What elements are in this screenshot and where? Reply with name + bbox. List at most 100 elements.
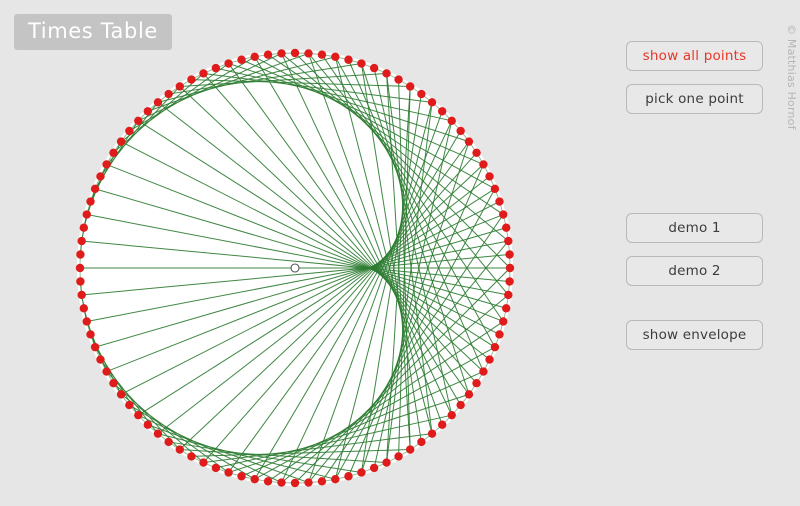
circle-point[interactable]: [76, 277, 85, 286]
circle-point[interactable]: [263, 50, 273, 59]
circle-point[interactable]: [485, 355, 494, 364]
pick-one-point-button[interactable]: pick one point: [626, 84, 763, 114]
circle-point[interactable]: [344, 472, 353, 481]
circle-point[interactable]: [175, 445, 184, 454]
circle-point[interactable]: [505, 263, 515, 273]
circle-point[interactable]: [116, 390, 126, 399]
circle-point[interactable]: [82, 210, 91, 219]
circle-point[interactable]: [290, 478, 300, 488]
circle-point[interactable]: [490, 184, 500, 194]
circle-point[interactable]: [102, 160, 111, 169]
circle-point[interactable]: [382, 69, 391, 78]
circle-point[interactable]: [472, 379, 481, 388]
circle-point[interactable]: [437, 107, 447, 116]
circle-point[interactable]: [447, 116, 456, 126]
circle-point[interactable]: [143, 420, 153, 429]
circle-point[interactable]: [250, 474, 259, 484]
circle-point[interactable]: [211, 463, 221, 473]
show-all-points-button[interactable]: show all points: [626, 41, 763, 71]
circle-point[interactable]: [86, 197, 95, 206]
circle-point[interactable]: [76, 250, 85, 259]
circle-point[interactable]: [394, 75, 403, 84]
circle-point[interactable]: [357, 468, 366, 477]
circle-point[interactable]: [456, 400, 465, 410]
circle-point[interactable]: [501, 304, 511, 313]
circle-point[interactable]: [153, 429, 163, 438]
circle-point[interactable]: [79, 304, 89, 313]
circle-point[interactable]: [79, 223, 89, 232]
circle-point[interactable]: [331, 52, 340, 62]
circle-point[interactable]: [499, 210, 508, 219]
circle-point[interactable]: [263, 477, 273, 486]
circle-point[interactable]: [153, 98, 163, 107]
circle-point[interactable]: [357, 59, 366, 68]
circle-point[interactable]: [224, 59, 233, 68]
circle-point[interactable]: [479, 367, 488, 376]
circle-point[interactable]: [134, 116, 143, 126]
circle-point[interactable]: [304, 49, 313, 58]
show-envelope-button[interactable]: show envelope: [626, 320, 763, 350]
circle-point[interactable]: [317, 50, 327, 59]
demo-1-button[interactable]: demo 1: [626, 213, 763, 243]
circle-point[interactable]: [96, 355, 105, 364]
circle-point[interactable]: [199, 458, 208, 467]
circle-point[interactable]: [277, 478, 286, 487]
circle-point[interactable]: [464, 137, 474, 146]
circle-point[interactable]: [237, 472, 246, 481]
circle-point[interactable]: [427, 98, 437, 107]
circle-point[interactable]: [456, 126, 465, 136]
circle-point[interactable]: [250, 52, 259, 62]
circle-point[interactable]: [304, 478, 313, 487]
circle-point[interactable]: [109, 379, 118, 388]
circle-point[interactable]: [331, 474, 340, 484]
circle-point[interactable]: [447, 410, 456, 420]
circle-point[interactable]: [382, 458, 391, 467]
times-table-canvas[interactable]: [0, 0, 620, 506]
circle-point[interactable]: [495, 330, 504, 339]
circle-point[interactable]: [501, 223, 511, 232]
circle-point[interactable]: [504, 290, 513, 300]
circle-point[interactable]: [164, 437, 173, 447]
circle-point[interactable]: [109, 148, 118, 157]
circle-point[interactable]: [143, 107, 153, 116]
circle-point[interactable]: [116, 137, 126, 146]
circle-point[interactable]: [505, 250, 514, 259]
circle-point[interactable]: [77, 236, 86, 246]
circle-point[interactable]: [134, 410, 143, 420]
circle-point[interactable]: [369, 63, 379, 73]
circle-point[interactable]: [472, 148, 481, 157]
circle-point[interactable]: [485, 172, 494, 181]
circle-point[interactable]: [77, 290, 86, 300]
circle-point[interactable]: [211, 63, 221, 73]
circle-point[interactable]: [394, 452, 403, 461]
times-table-figure[interactable]: [0, 0, 620, 506]
circle-point[interactable]: [499, 317, 508, 326]
circle-point[interactable]: [199, 69, 208, 78]
circle-point[interactable]: [75, 263, 85, 273]
circle-point[interactable]: [187, 452, 196, 461]
circle-point[interactable]: [277, 49, 286, 58]
circle-point[interactable]: [96, 172, 105, 181]
circle-point[interactable]: [125, 126, 134, 136]
circle-point[interactable]: [237, 55, 246, 64]
circle-point[interactable]: [187, 75, 196, 84]
circle-point[interactable]: [344, 55, 353, 64]
circle-point[interactable]: [505, 277, 514, 286]
circle-point[interactable]: [290, 48, 300, 58]
circle-point[interactable]: [406, 445, 415, 454]
circle-point[interactable]: [317, 477, 327, 486]
circle-point[interactable]: [417, 89, 426, 99]
circle-point[interactable]: [464, 390, 474, 399]
circle-point[interactable]: [90, 342, 100, 352]
circle-point[interactable]: [125, 400, 134, 410]
circle-point[interactable]: [479, 160, 488, 169]
circle-point[interactable]: [224, 468, 233, 477]
circle-point[interactable]: [369, 463, 379, 473]
circle-point[interactable]: [427, 429, 437, 438]
circle-point[interactable]: [175, 82, 184, 91]
circle-point[interactable]: [495, 197, 504, 206]
circle-point[interactable]: [82, 317, 91, 326]
circle-point[interactable]: [437, 420, 447, 429]
circle-point[interactable]: [490, 342, 500, 352]
circle-point[interactable]: [90, 184, 100, 194]
